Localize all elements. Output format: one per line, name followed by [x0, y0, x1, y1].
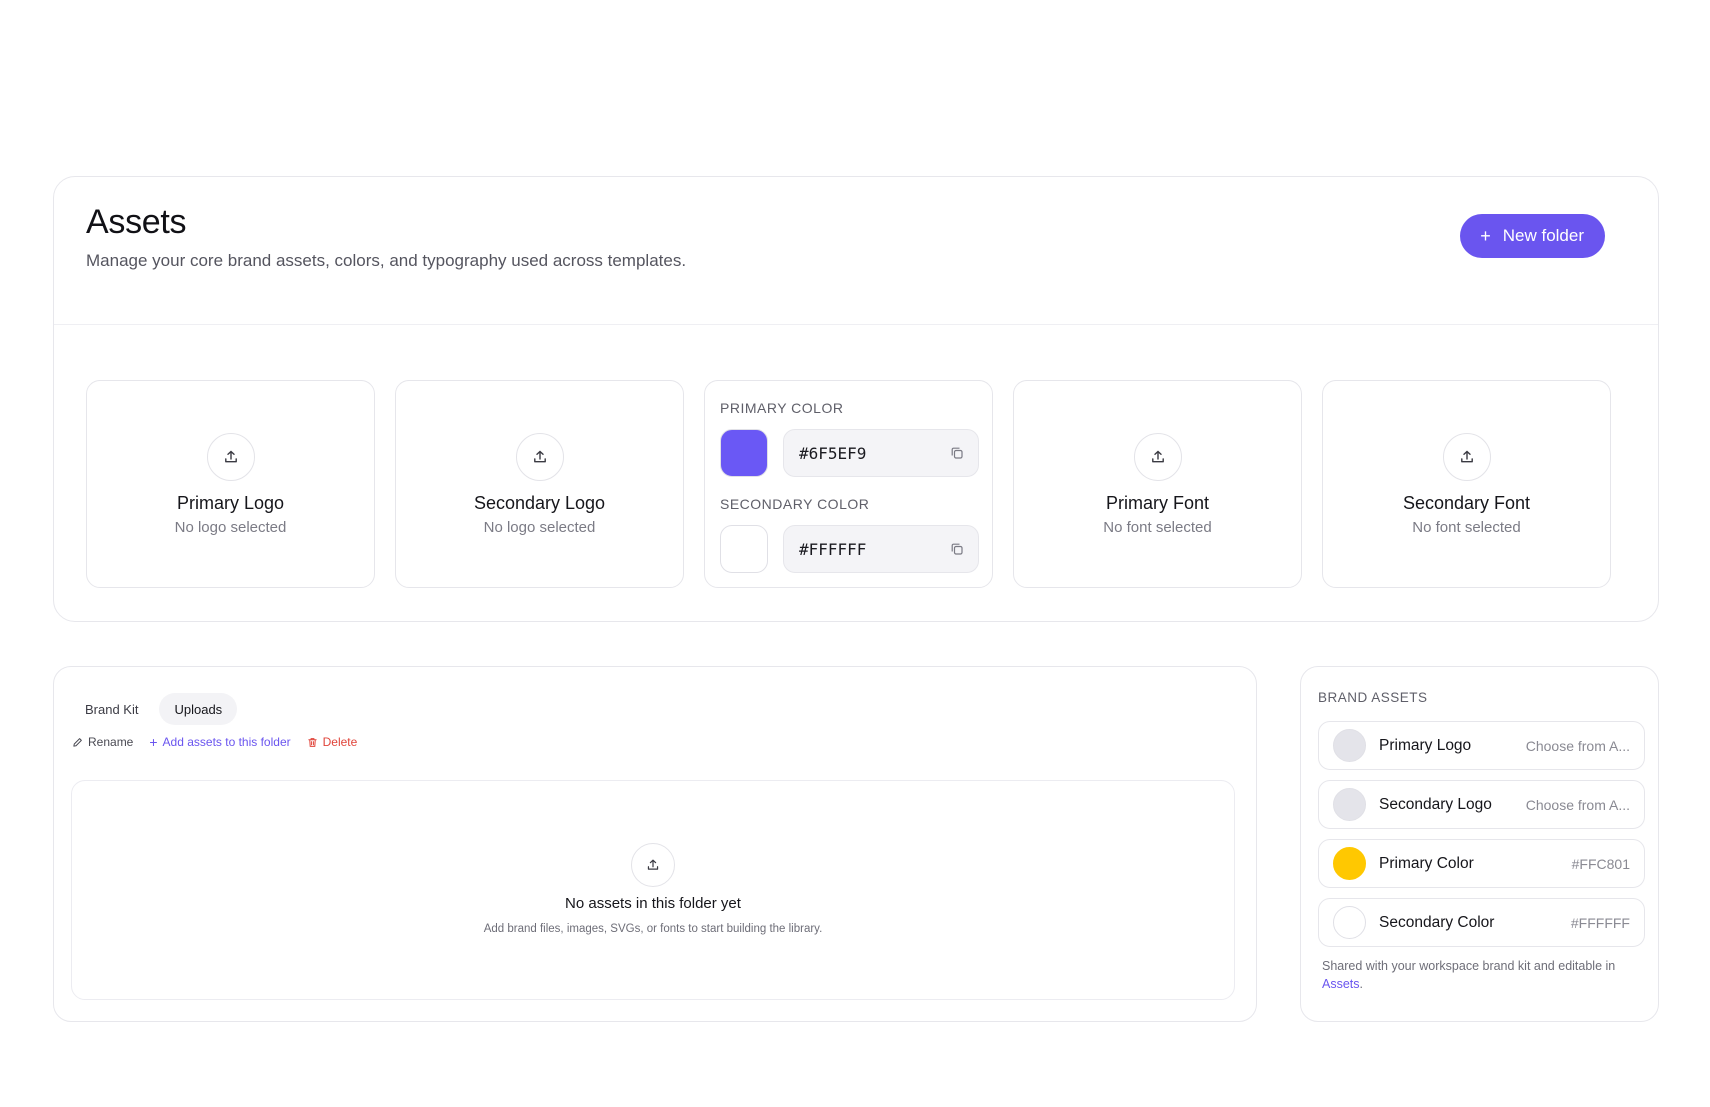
page-subtitle: Manage your core brand assets, colors, a…	[86, 251, 687, 270]
add-assets-label: Add assets to this folder	[162, 735, 291, 749]
primary-color-field[interactable]: #6F5EF9	[783, 429, 979, 477]
delete-label: Delete	[322, 735, 358, 749]
asset-tiles: Primary Logo No logo selected Secondary …	[86, 380, 1611, 588]
upload-icon[interactable]	[1442, 433, 1491, 481]
secondary-font-status: No font selected	[1412, 519, 1521, 536]
add-assets-button[interactable]: + Add assets to this folder	[149, 735, 290, 749]
copy-icon[interactable]	[950, 446, 964, 460]
secondary-color-label: SECONDARY COLOR	[720, 496, 870, 512]
new-folder-button[interactable]: + New folder	[1460, 214, 1605, 258]
folder-actions: Rename + Add assets to this folder Delet…	[72, 735, 357, 749]
secondary-logo-status: No logo selected	[483, 519, 596, 536]
secondary-color-swatch[interactable]	[720, 525, 768, 573]
brand-dot	[1333, 906, 1366, 939]
brand-dot	[1333, 847, 1366, 880]
primary-color-label: PRIMARY COLOR	[720, 400, 844, 416]
rename-label: Rename	[88, 735, 134, 749]
brand-row-name: Secondary Logo	[1379, 795, 1492, 813]
primary-color-swatch[interactable]	[720, 429, 768, 477]
copy-icon[interactable]	[950, 542, 964, 556]
tab-brand-kit[interactable]: Brand Kit	[70, 693, 153, 725]
brand-row-secondary-color[interactable]: Secondary Color #FFFFFF	[1318, 898, 1645, 947]
brand-assets-heading: BRAND ASSETS	[1318, 690, 1428, 705]
upload-icon[interactable]	[1133, 433, 1182, 481]
delete-button[interactable]: Delete	[307, 735, 358, 749]
secondary-color-field[interactable]: #FFFFFF	[783, 525, 979, 573]
secondary-font-title: Secondary Font	[1402, 493, 1531, 513]
page: Assets Manage your core brand assets, co…	[0, 0, 1710, 1107]
empty-state-title: No assets in this folder yet	[565, 895, 741, 912]
trash-icon	[307, 737, 317, 747]
page-title: Assets	[86, 203, 187, 241]
brand-footer-end: .	[1359, 977, 1363, 991]
brand-row-value: #FFFFFF	[1570, 914, 1630, 931]
upload-icon[interactable]	[515, 433, 564, 481]
primary-color-hex: #6F5EF9	[799, 443, 867, 463]
brand-dot	[1333, 788, 1366, 821]
folder-tabs: Brand Kit Uploads	[70, 693, 238, 725]
brand-dot	[1333, 729, 1366, 762]
assets-card: Assets Manage your core brand assets, co…	[53, 176, 1659, 622]
plus-icon: +	[1480, 226, 1491, 246]
brand-row-name: Primary Logo	[1379, 736, 1472, 754]
rename-button[interactable]: Rename	[72, 735, 133, 749]
asset-drop-zone[interactable]: No assets in this folder yet Add brand f…	[71, 780, 1235, 1000]
upload-icon[interactable]	[631, 843, 675, 887]
tab-uploads[interactable]: Uploads	[159, 693, 238, 725]
folder-panel: Brand Kit Uploads Rename + Add assets to…	[53, 666, 1257, 1022]
brand-row-primary-logo[interactable]: Primary Logo Choose from A...	[1318, 721, 1645, 770]
primary-logo-tile[interactable]: Primary Logo No logo selected	[86, 380, 375, 588]
brand-row-value: Choose from A...	[1525, 737, 1630, 754]
empty-state-subtitle: Add brand files, images, SVGs, or fonts …	[483, 923, 823, 935]
brand-assets-list: Primary Logo Choose from A... Secondary …	[1318, 721, 1645, 957]
primary-logo-title: Primary Logo	[176, 493, 285, 513]
new-folder-label: New folder	[1502, 226, 1584, 245]
secondary-font-tile[interactable]: Secondary Font No font selected	[1322, 380, 1611, 588]
secondary-logo-title: Secondary Logo	[473, 493, 606, 513]
brand-row-name: Secondary Color	[1379, 913, 1495, 931]
brand-row-value: #FFC801	[1571, 855, 1630, 872]
secondary-logo-tile[interactable]: Secondary Logo No logo selected	[395, 380, 684, 588]
primary-font-status: No font selected	[1103, 519, 1212, 536]
brand-row-primary-color[interactable]: Primary Color #FFC801	[1318, 839, 1645, 888]
upload-icon[interactable]	[206, 433, 255, 481]
brand-row-secondary-logo[interactable]: Secondary Logo Choose from A...	[1318, 780, 1645, 829]
brand-footer-text: Shared with your workspace brand kit and…	[1322, 959, 1616, 973]
brand-assets-panel: BRAND ASSETS Primary Logo Choose from A.…	[1300, 666, 1659, 1022]
primary-font-title: Primary Font	[1105, 493, 1210, 513]
assets-header: Assets Manage your core brand assets, co…	[54, 177, 1658, 325]
secondary-color-hex: #FFFFFF	[799, 539, 867, 559]
brand-row-name: Primary Color	[1379, 854, 1474, 872]
plus-icon: +	[149, 734, 158, 750]
pencil-icon	[73, 737, 82, 747]
brand-row-value: Choose from A...	[1525, 796, 1630, 813]
primary-font-tile[interactable]: Primary Font No font selected	[1013, 380, 1302, 588]
assets-link[interactable]: Assets	[1322, 977, 1360, 991]
color-tile: PRIMARY COLOR #6F5EF9 SECONDARY COLOR #F…	[704, 380, 993, 588]
brand-assets-footer: Shared with your workspace brand kit and…	[1322, 957, 1640, 993]
primary-logo-status: No logo selected	[174, 519, 287, 536]
